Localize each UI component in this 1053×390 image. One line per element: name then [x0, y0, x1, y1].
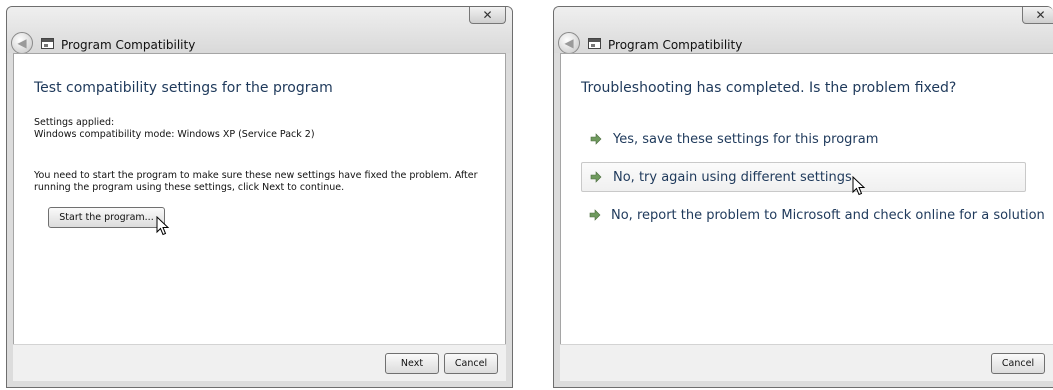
start-program-button[interactable]: Start the program...: [48, 207, 165, 228]
option-label: No, report the problem to Microsoft and …: [611, 207, 1045, 223]
close-button[interactable]: ✕: [1022, 7, 1053, 24]
settings-applied-label: Settings applied:: [34, 117, 115, 128]
instruction-text-line2: running the program using these settings…: [34, 182, 345, 193]
start-program-label: Start the program...: [59, 212, 154, 223]
option-label: No, try again using different settings: [613, 169, 852, 185]
program-window-icon: [41, 38, 54, 49]
back-button[interactable]: ◀: [558, 32, 580, 54]
page-heading: Test compatibility settings for the prog…: [34, 80, 333, 96]
green-arrow-icon: [589, 132, 603, 146]
footer-bar: Next Cancel: [13, 344, 506, 381]
program-window-icon: [588, 38, 601, 49]
page-heading: Troubleshooting has completed. Is the pr…: [581, 80, 957, 96]
mouse-pointer-icon: [156, 216, 170, 236]
close-button[interactable]: ✕: [469, 7, 506, 24]
close-icon: ✕: [1035, 8, 1046, 22]
content-panel: Test compatibility settings for the prog…: [13, 53, 506, 345]
content-panel: Troubleshooting has completed. Is the pr…: [560, 53, 1053, 345]
option-yes-save-settings[interactable]: Yes, save these settings for this progra…: [581, 124, 1026, 154]
cancel-button[interactable]: Cancel: [444, 353, 498, 374]
title-bar: ✕ ◀ Program Compatibility: [554, 7, 1053, 54]
cancel-button-label: Cancel: [454, 358, 488, 369]
back-arrow-icon: ◀: [17, 36, 27, 50]
next-button-label: Next: [400, 358, 424, 369]
next-button[interactable]: Next: [385, 353, 439, 374]
cancel-button[interactable]: Cancel: [991, 353, 1045, 374]
program-compatibility-window-test: ✕ ◀ Program Compatibility Test compatibi…: [6, 6, 513, 388]
settings-applied-value: Windows compatibility mode: Windows XP (…: [34, 129, 315, 140]
cancel-button-label: Cancel: [1001, 358, 1035, 369]
mouse-pointer-icon: [852, 176, 866, 196]
title-bar: ✕ ◀ Program Compatibility: [7, 7, 512, 54]
window-title: Program Compatibility: [608, 38, 743, 52]
option-label: Yes, save these settings for this progra…: [613, 131, 879, 147]
option-report-problem[interactable]: No, report the problem to Microsoft and …: [581, 200, 1045, 230]
green-arrow-icon: [589, 208, 601, 222]
window-title: Program Compatibility: [61, 38, 196, 52]
program-compatibility-window-result: ✕ ◀ Program Compatibility Troubleshootin…: [553, 6, 1053, 388]
close-icon: ✕: [482, 8, 493, 22]
option-try-again[interactable]: No, try again using different settings: [581, 162, 1026, 192]
instruction-text-line1: You need to start the program to make su…: [34, 170, 478, 181]
back-arrow-icon: ◀: [564, 36, 574, 50]
back-button[interactable]: ◀: [11, 32, 33, 54]
green-arrow-icon: [589, 170, 603, 184]
footer-bar: Cancel: [560, 344, 1053, 381]
